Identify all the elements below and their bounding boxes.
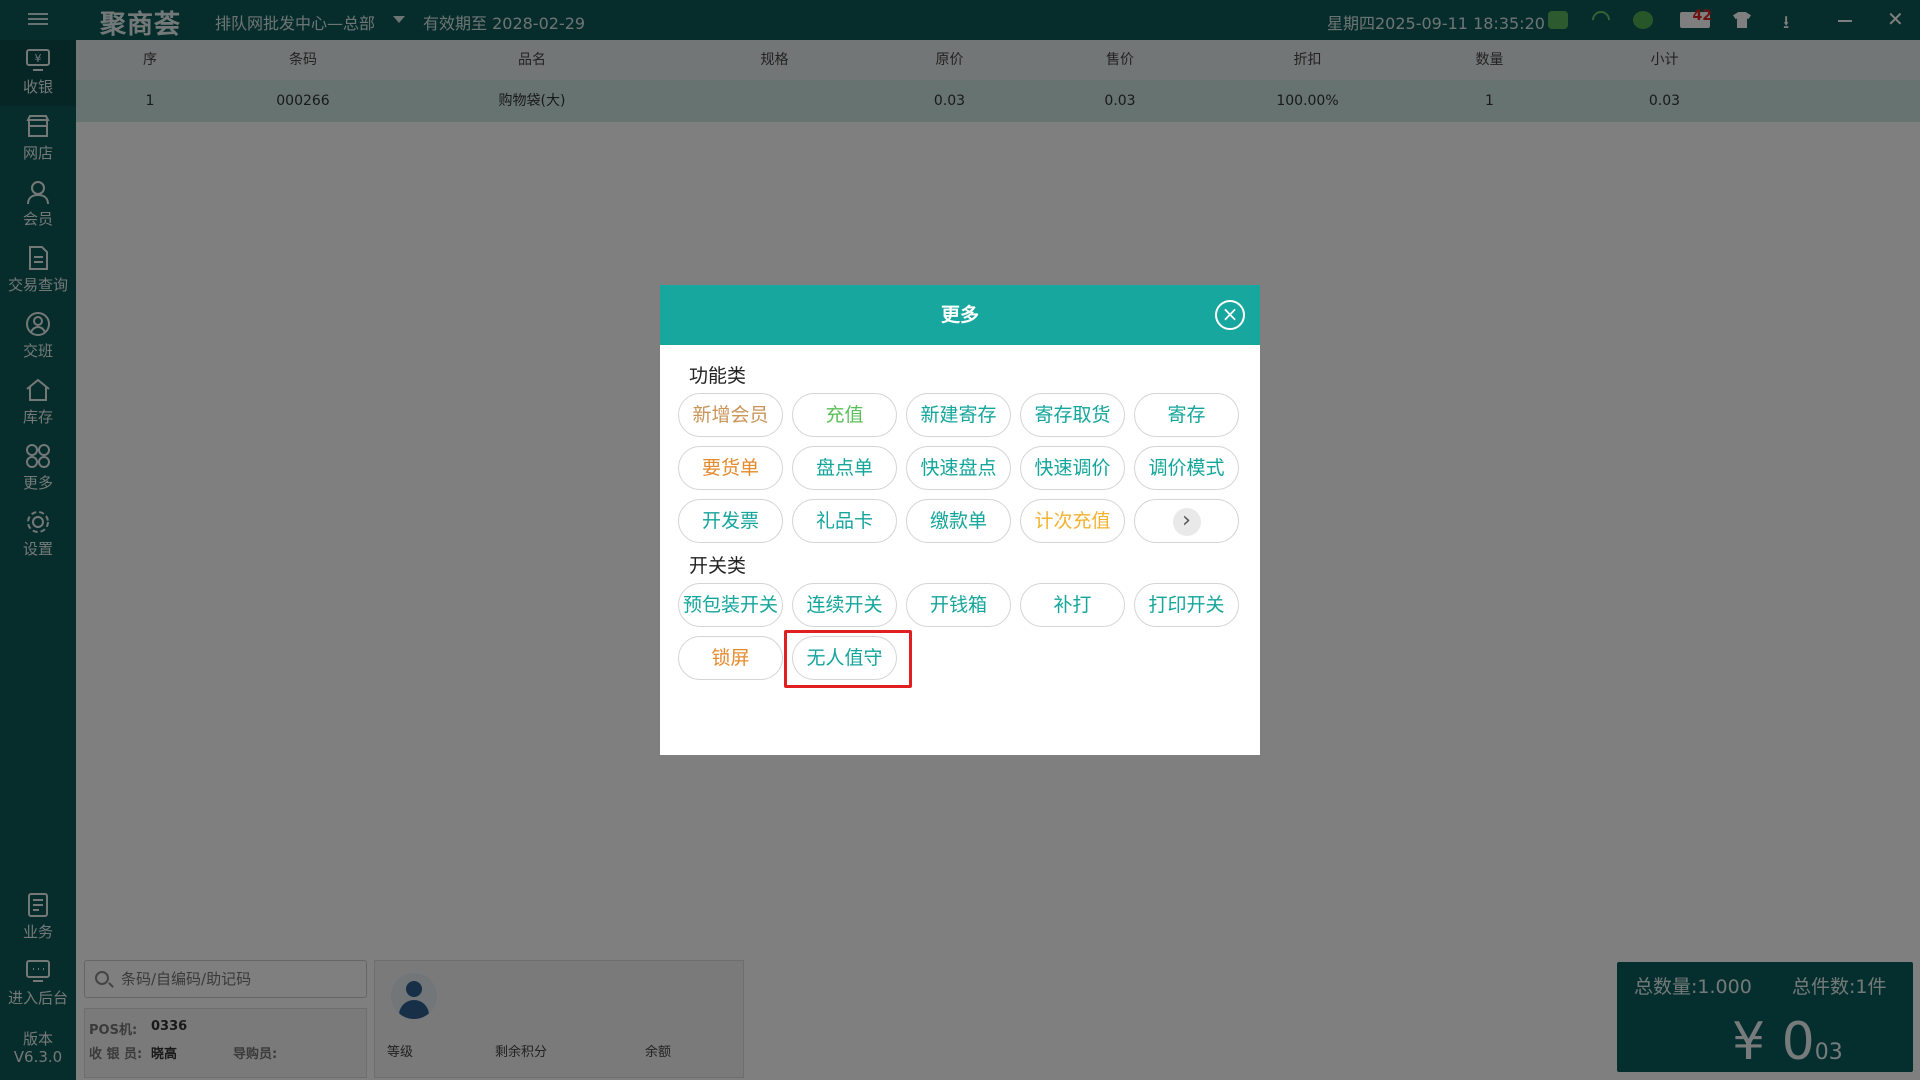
- dialog-header: 更多 ×: [660, 285, 1260, 345]
- add-member-button[interactable]: 新增会员: [678, 393, 783, 437]
- open-cash-drawer-button[interactable]: 开钱箱: [906, 583, 1011, 627]
- reprint-button[interactable]: 补打: [1020, 583, 1125, 627]
- quick-reprice-button[interactable]: 快速调价: [1020, 446, 1125, 490]
- recharge-button[interactable]: 充值: [792, 393, 897, 437]
- stocktake-button[interactable]: 盘点单: [792, 446, 897, 490]
- dialog-title: 更多: [940, 304, 979, 326]
- deposit-pickup-button[interactable]: 寄存取货: [1020, 393, 1125, 437]
- chevron-right-icon: ›: [1172, 507, 1201, 536]
- continuous-switch-button[interactable]: 连续开关: [792, 583, 897, 627]
- count-recharge-button[interactable]: 计次充值: [1020, 499, 1125, 543]
- quick-stocktake-button[interactable]: 快速盘点: [906, 446, 1011, 490]
- payment-slip-button[interactable]: 缴款单: [906, 499, 1011, 543]
- function-section-label: 功能类: [689, 365, 747, 387]
- prepack-switch-button[interactable]: 预包装开关: [678, 583, 783, 627]
- more-dialog: 更多 × 功能类 新增会员 充值 新建寄存 寄存取货 寄存 要货单 盘点单 快速…: [660, 285, 1260, 755]
- print-switch-button[interactable]: 打印开关: [1134, 583, 1239, 627]
- lock-screen-button[interactable]: 锁屏: [678, 636, 783, 680]
- gift-card-button[interactable]: 礼品卡: [792, 499, 897, 543]
- close-icon[interactable]: ×: [1215, 300, 1245, 330]
- requisition-button[interactable]: 要货单: [678, 446, 783, 490]
- new-deposit-button[interactable]: 新建寄存: [906, 393, 1011, 437]
- reprice-mode-button[interactable]: 调价模式: [1134, 446, 1239, 490]
- invoice-button[interactable]: 开发票: [678, 499, 783, 543]
- switch-section-label: 开关类: [689, 555, 747, 577]
- next-page-button[interactable]: ›: [1134, 499, 1239, 543]
- highlight-box: [784, 630, 912, 688]
- deposit-button[interactable]: 寄存: [1134, 393, 1239, 437]
